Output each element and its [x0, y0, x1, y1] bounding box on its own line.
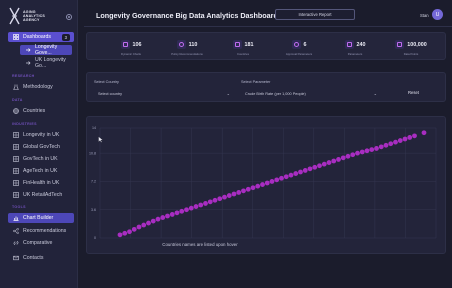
scatter-point: [378, 144, 384, 150]
scatter-point: [217, 196, 223, 202]
scatter-point: [298, 169, 303, 175]
scatter-point: [212, 197, 218, 203]
y-tick-label: 10.8: [89, 151, 96, 155]
app-root: AGING ANALYTICS AGENCY Dashboards 3 Long…: [0, 0, 452, 288]
scatter-point: [250, 185, 256, 191]
scatter-point: [127, 229, 132, 235]
scatter-point: [350, 152, 356, 158]
scatter-point: [131, 226, 137, 232]
y-tick-label: 14: [92, 126, 96, 130]
scatter-point: [374, 146, 379, 151]
scatter-point: [340, 155, 346, 161]
y-tick-label: 7.2: [91, 180, 96, 184]
scatter-point: [388, 141, 394, 147]
scatter-point: [245, 186, 251, 192]
scatter-point: [179, 208, 185, 214]
scatter-point: [369, 147, 375, 153]
scatter-point: [326, 160, 332, 165]
scatter-point: [383, 142, 389, 148]
scatter-point: [169, 212, 175, 217]
scatter-point: [241, 188, 246, 194]
scatter-point: [231, 191, 237, 197]
scatter-point: [174, 210, 180, 216]
scatter-point: [283, 174, 289, 180]
scatter-point: [184, 207, 189, 213]
scatter-point: [165, 213, 170, 219]
scatter-point: [397, 138, 403, 143]
scatter-point: [150, 218, 156, 224]
scatter-point: [236, 190, 242, 195]
scatter-point: [146, 220, 151, 226]
scatter-point: [312, 164, 318, 170]
scatter-point: [226, 193, 232, 198]
scatter-point: [255, 183, 261, 189]
scatter-point: [122, 230, 128, 236]
scatter-point: [345, 153, 351, 159]
scatter-point: [193, 204, 199, 209]
scatter-point: [364, 148, 370, 154]
scatter-point: [302, 168, 308, 173]
scatter-point: [421, 130, 427, 136]
scatter-point: [293, 171, 299, 176]
y-tick-label: 0: [94, 236, 96, 240]
scatter-point: [279, 175, 284, 181]
scatter-point: [317, 163, 322, 169]
scatter-point: [188, 205, 194, 211]
scatter-point: [307, 166, 313, 172]
scatter-point: [274, 177, 280, 183]
scatter-point: [141, 222, 147, 228]
chart-hover-note: Countries names are listed upon hover: [162, 242, 238, 247]
scatter-point: [203, 201, 208, 206]
scatter-point: [269, 179, 275, 184]
scatter-point: [260, 182, 265, 187]
scatter-point: [222, 194, 227, 200]
y-tick-label: 3.6: [91, 208, 96, 212]
scatter-point: [412, 133, 417, 139]
scatter-point: [359, 149, 365, 155]
mouse-cursor-icon: [98, 136, 104, 143]
scatter-point: [393, 139, 398, 145]
scatter-point: [207, 199, 213, 205]
scatter-point: [321, 161, 327, 167]
scatter-point: [407, 135, 413, 140]
scatter-point: [264, 180, 270, 186]
scatter-point: [336, 157, 341, 162]
scatter-point: [331, 158, 337, 164]
scatter-point: [198, 202, 204, 208]
scatter-point: [288, 172, 294, 178]
scatter-point: [155, 216, 161, 222]
scatter-point: [136, 224, 142, 230]
scatter-point: [355, 150, 360, 156]
scatter-point: [160, 215, 166, 220]
scatter-point: [117, 232, 123, 238]
scatter-point: [402, 136, 408, 142]
